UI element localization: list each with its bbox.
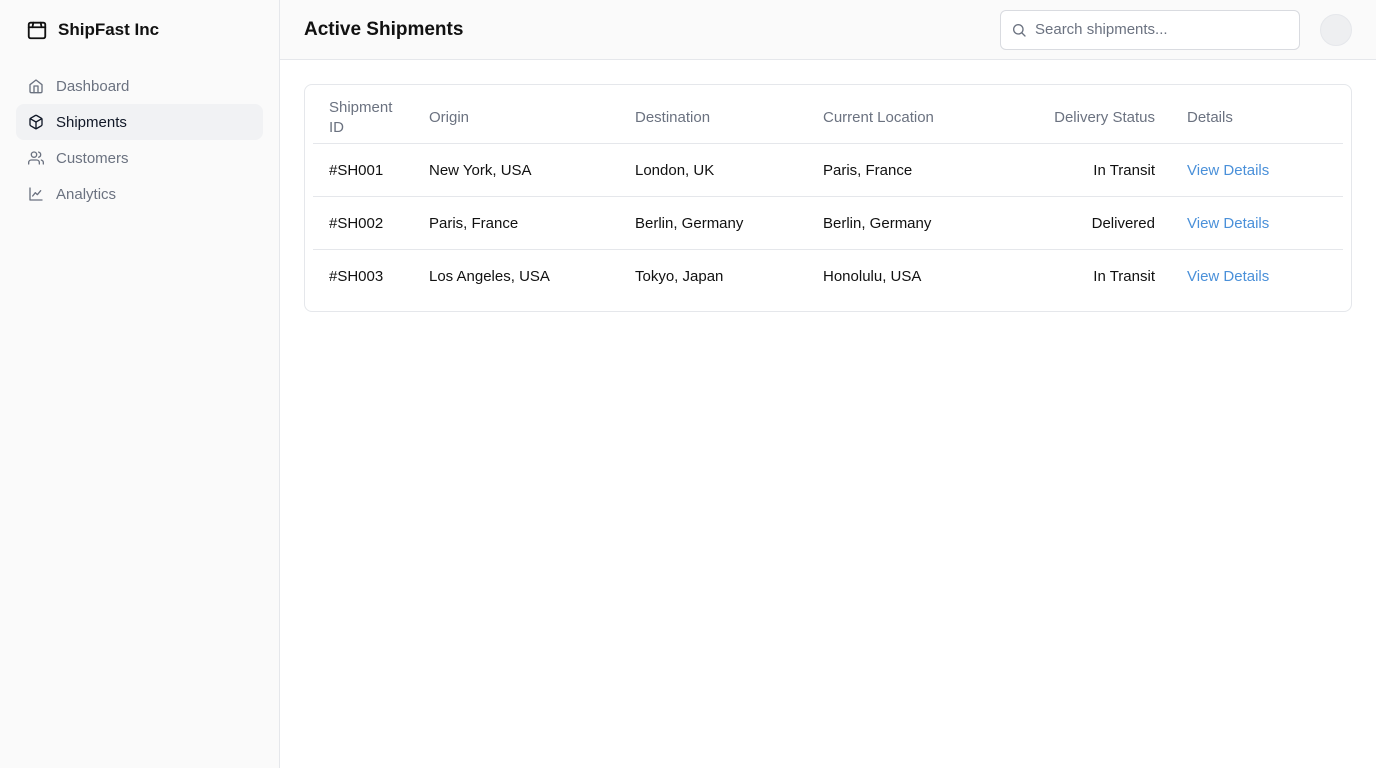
package-box-icon <box>27 21 47 40</box>
search-input[interactable] <box>1035 21 1289 38</box>
view-details-link[interactable]: View Details <box>1187 268 1269 285</box>
shipments-table: Shipment ID Origin Destination Current L… <box>313 93 1343 303</box>
sidebar-item-analytics[interactable]: Analytics <box>16 176 263 212</box>
sidebar-item-label: Dashboard <box>56 77 130 95</box>
page-title: Active Shipments <box>304 18 464 40</box>
origin-cell: Paris, France <box>413 196 619 250</box>
table-row: #SH003 Los Angeles, USA Tokyo, Japan Hon… <box>313 250 1343 303</box>
column-header-shipment-id: Shipment ID <box>313 93 413 144</box>
column-header-details: Details <box>1171 93 1343 144</box>
shipment-id-cell: #SH002 <box>313 196 413 250</box>
column-header-origin: Origin <box>413 93 619 144</box>
search-box[interactable] <box>1000 9 1300 50</box>
search-icon <box>1013 23 1026 37</box>
column-header-delivery-status: Delivery Status <box>977 93 1171 144</box>
shipment-id-cell: #SH003 <box>329 267 384 285</box>
current-location-cell: Berlin, Germany <box>807 196 977 250</box>
sidebar-nav: Dashboard Shipments Customers Analytics <box>16 68 263 212</box>
column-header-destination: Destination <box>619 93 807 144</box>
origin-cell: Los Angeles, USA <box>429 267 550 285</box>
destination-cell: London, UK <box>619 143 807 197</box>
delivery-status-cell: Delivered <box>977 196 1171 250</box>
sidebar-item-label: Shipments <box>56 113 127 131</box>
main-area: Active Shipments Shipment ID Origin Dest… <box>280 0 1376 768</box>
content: Shipment ID Origin Destination Current L… <box>280 60 1376 336</box>
sidebar-item-shipments[interactable]: Shipments <box>16 104 263 140</box>
view-details-link[interactable]: View Details <box>1187 162 1269 179</box>
delivery-status-cell: In Transit <box>1093 267 1155 285</box>
brand[interactable]: ShipFast Inc <box>16 18 263 42</box>
current-location-cell: Paris, France <box>807 143 977 197</box>
details-cell: View Details <box>1171 196 1343 250</box>
table-row: #SH002 Paris, France Berlin, Germany Ber… <box>313 196 1343 250</box>
line-chart-icon <box>29 187 43 201</box>
brand-name: ShipFast Inc <box>58 20 160 39</box>
package-icon <box>29 114 43 130</box>
sidebar: ShipFast Inc Dashboard Shipments Custome… <box>0 0 280 768</box>
table-row: #SH001 New York, USA London, UK Paris, F… <box>313 143 1343 197</box>
sidebar-item-customers[interactable]: Customers <box>16 140 263 176</box>
shipments-card: Shipment ID Origin Destination Current L… <box>304 84 1352 312</box>
table-header-row: Shipment ID Origin Destination Current L… <box>313 93 1343 144</box>
home-icon <box>29 79 43 94</box>
view-details-link[interactable]: View Details <box>1187 215 1269 232</box>
current-location-cell: Honolulu, USA <box>823 267 922 285</box>
shipment-id-cell: #SH001 <box>313 143 413 197</box>
origin-cell: New York, USA <box>413 143 619 197</box>
details-cell: View Details <box>1171 143 1343 197</box>
delivery-status-cell: In Transit <box>977 143 1171 197</box>
sidebar-item-dashboard[interactable]: Dashboard <box>16 68 263 104</box>
sidebar-item-label: Analytics <box>56 185 117 203</box>
avatar[interactable] <box>1320 13 1352 46</box>
destination-cell: Tokyo, Japan <box>635 267 724 285</box>
destination-cell: Berlin, Germany <box>619 196 807 250</box>
sidebar-item-label: Customers <box>56 149 129 167</box>
users-icon <box>28 151 44 165</box>
details-cell: View Details <box>1171 250 1343 303</box>
column-header-current-location: Current Location <box>807 93 977 144</box>
top-bar: Active Shipments <box>280 0 1376 60</box>
